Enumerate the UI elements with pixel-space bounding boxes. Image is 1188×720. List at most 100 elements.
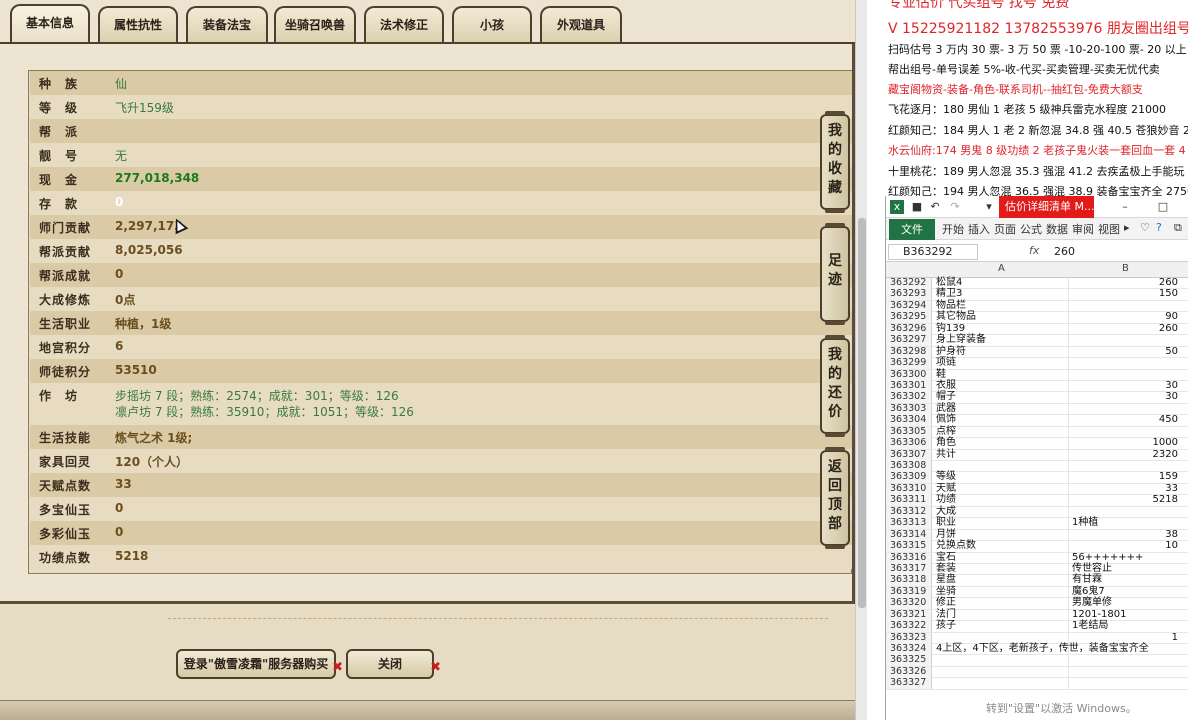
cell-a[interactable]: 坐骑 [936,586,956,598]
sheet-row[interactable]: 363326 [886,666,1188,679]
ribbon-home-tab[interactable]: 开始 [942,221,964,237]
cell-b[interactable]: 159 [1068,472,1178,483]
cell-a[interactable]: 共计 [936,449,956,461]
cell-b[interactable]: 56+++++++ [1072,552,1143,564]
cell-b[interactable]: 260 [1068,323,1178,335]
ribbon-insert-tab[interactable]: 插入 [968,221,990,237]
ribbon-like-icon[interactable]: ♡ [1140,221,1150,234]
cell-b[interactable]: 1 [1068,632,1178,644]
tab-mounts-pets[interactable]: 坐骑召唤兽 [274,6,356,42]
cell-a[interactable]: 大成 [936,506,956,518]
row-number[interactable]: 363309 [886,472,932,484]
cell-a[interactable]: 功绩 [936,495,956,506]
cell-b[interactable]: 1种植 [1072,518,1098,529]
close-button[interactable]: 关闭 ✖ [346,649,441,679]
cell-a[interactable]: 孩子 [936,621,956,632]
row-number[interactable]: 363312 [886,506,932,518]
row-number[interactable]: 363301 [886,380,932,392]
row-number[interactable]: 363300 [886,369,932,381]
sheet-row[interactable]: 363311 功绩 5218 [886,495,1188,507]
cell-a[interactable]: 其它物品 [936,312,976,323]
cell-a[interactable]: 修正 [936,598,956,609]
cell-a[interactable]: 法门 [936,609,956,621]
cell-a[interactable]: 护身符 [936,346,966,358]
row-number[interactable]: 363304 [886,415,932,427]
login-server-buy-button[interactable]: 登录"傲雪凌霜"服务器购买 ✖ [176,649,343,679]
sheet-row[interactable]: 363309 等级 159 [886,472,1188,484]
name-box[interactable]: B363292 [888,244,978,260]
function-icon[interactable]: fx [1029,244,1039,257]
undo-icon[interactable]: ↶ [928,200,942,214]
row-number[interactable]: 363321 [886,609,932,621]
tab-attributes[interactable]: 属性抗性 [98,6,178,42]
ribbon-file-tab[interactable]: 文件 [889,219,935,240]
row-number[interactable]: 363316 [886,552,932,564]
sheet-row[interactable]: 363292 松鼠4 260 [886,277,1188,290]
sheet-row[interactable]: 363296 钩139 260 [886,323,1188,336]
sheet-row[interactable]: 363314 月饼 38 [886,529,1188,542]
tab-spell-correction[interactable]: 法术修正 [364,6,444,42]
cell-a[interactable]: 点榨 [936,426,956,438]
sheet-row[interactable]: 363302 帽子 30 [886,392,1188,404]
sheet-row[interactable]: 363307 共计 2320 [886,449,1188,461]
tab-children[interactable]: 小孩 [452,6,532,42]
cell-a[interactable]: 职业 [936,518,956,529]
cell-b[interactable]: 传世容止 [1072,563,1112,575]
cell-b[interactable]: 450 [1068,415,1178,426]
row-number[interactable]: 363322 [886,620,932,633]
row-number[interactable]: 363307 [886,449,932,461]
footprint-button[interactable]: 足迹 [820,223,850,325]
cell-a[interactable]: 月饼 [936,529,956,541]
cell-b[interactable]: 30 [1068,380,1178,392]
cell-a[interactable]: 钩139 [936,323,965,335]
row-number[interactable]: 363293 [886,289,932,301]
cell-a[interactable]: 角色 [936,438,956,449]
sheet-row[interactable]: 363315 兑换点数 10 [886,540,1188,553]
cell-a[interactable]: 鞋 [936,369,946,381]
cell-b[interactable]: 男魔单修 [1072,598,1112,609]
cell-b[interactable]: 1000 [1068,438,1178,449]
sheet-row[interactable]: 363303 武器 [886,403,1188,416]
row-number[interactable]: 363317 [886,563,932,575]
ribbon-formula-tab[interactable]: 公式 [1020,221,1042,237]
cell-b[interactable]: 33 [1068,483,1178,495]
redo-icon[interactable]: ↷ [948,200,962,214]
row-number[interactable]: 363310 [886,483,932,495]
row-number[interactable]: 363305 [886,426,932,438]
sheet-row[interactable]: 363325 [886,655,1188,667]
cell-a[interactable]: 天赋 [936,483,956,495]
sheet-row[interactable]: 363310 天赋 33 [886,483,1188,496]
cell-a[interactable]: 兑换点数 [936,541,976,552]
row-number[interactable]: 363299 [886,357,932,370]
cell-a[interactable]: 佩饰 [936,415,956,426]
help-icon[interactable]: ? [1156,221,1162,234]
row-number[interactable]: 363319 [886,586,932,598]
sheet-row[interactable]: 363297 身上穿装备 [886,334,1188,347]
cell-b[interactable]: 5218 [1068,495,1178,506]
sheet-row[interactable]: 363306 角色 1000 [886,437,1188,450]
cell-b[interactable]: 260 [1068,277,1178,289]
sheet-row[interactable]: 363293 精卫3 150 [886,289,1188,301]
row-number[interactable]: 363295 [886,312,932,324]
cell-a[interactable]: 星盘 [936,575,956,586]
scrollbar-thumb[interactable] [858,218,866,608]
cell-b[interactable]: 10 [1068,541,1178,552]
row-number[interactable]: 363313 [886,517,932,530]
sheet-row[interactable]: 363313 职业 1种植 [886,517,1188,530]
cell-a[interactable]: 衣服 [936,380,956,392]
cell-a[interactable]: 宝石 [936,552,956,564]
cell-b[interactable]: 魔6鬼7 [1072,586,1105,598]
ribbon-view-tab[interactable]: 视图 [1098,221,1120,237]
estimate-detail-button[interactable]: 估价详细清单 M... [999,196,1094,218]
sheet-row[interactable]: 363327 [886,678,1188,690]
row-number[interactable]: 363297 [886,334,932,347]
column-b-header[interactable]: B [1122,263,1129,274]
window-scrollbar[interactable] [855,0,867,720]
restore-ribbon-icon[interactable]: ⧉ [1174,221,1182,235]
row-number[interactable]: 363306 [886,437,932,450]
cell-a[interactable]: 套装 [936,563,956,575]
cell-a[interactable]: 等级 [936,472,956,483]
formula-input[interactable]: 260 [1054,245,1075,258]
back-to-top-button[interactable]: 返回顶部 [820,447,850,549]
row-number[interactable]: 363296 [886,323,932,335]
